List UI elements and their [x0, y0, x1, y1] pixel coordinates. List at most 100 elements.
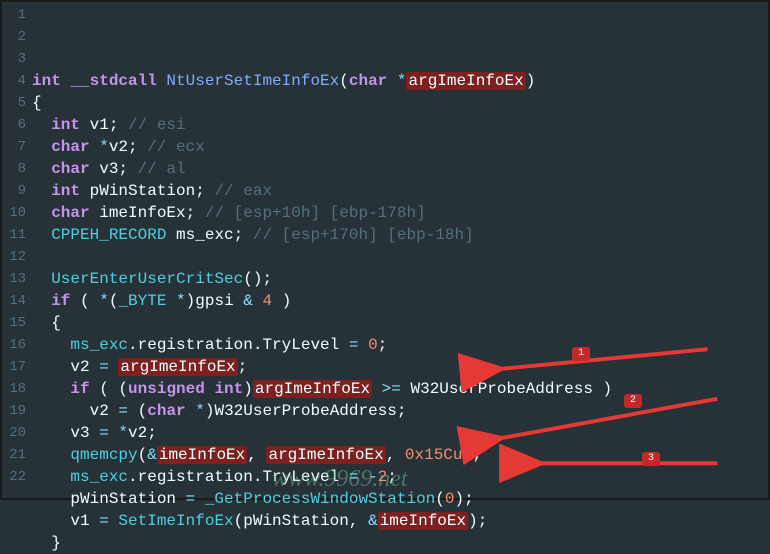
line-number: 3: [4, 48, 26, 70]
code-token: [32, 270, 51, 288]
code-token: v2: [32, 358, 99, 376]
code-token: );: [463, 446, 482, 464]
code-token: SetImeInfoEx: [118, 512, 233, 530]
code-token: [32, 380, 70, 398]
code-token: v3: [32, 424, 99, 442]
code-token: 0: [368, 336, 378, 354]
code-line[interactable]: v3 = *v2;: [32, 422, 768, 444]
code-token: &: [368, 512, 378, 530]
code-token: [32, 204, 51, 222]
code-token: char: [147, 402, 195, 420]
line-number: 19: [4, 400, 26, 422]
code-token: char: [349, 72, 397, 90]
code-line[interactable]: if ( *(_BYTE *)gpsi & 4 ): [32, 290, 768, 312]
code-line[interactable]: pWinStation = _GetProcessWindowStation(0…: [32, 488, 768, 510]
code-line[interactable]: ms_exc.registration.TryLevel = 0;: [32, 334, 768, 356]
code-token: (: [435, 490, 445, 508]
code-line[interactable]: int v1; // esi: [32, 114, 768, 136]
code-line[interactable]: char *v2; // ecx: [32, 136, 768, 158]
line-number-gutter: 12345678910111213141516171819202122: [2, 2, 32, 498]
code-token: imeInfoEx: [99, 204, 185, 222]
code-line[interactable]: [32, 246, 768, 268]
code-line[interactable]: {: [32, 312, 768, 334]
code-token: W32UserProbeAddress: [214, 402, 396, 420]
code-token: *: [195, 402, 205, 420]
code-token: // ecx: [147, 138, 205, 156]
line-number: 18: [4, 378, 26, 400]
code-line[interactable]: CPPEH_RECORD ms_exc; // [esp+170h] [ebp-…: [32, 224, 768, 246]
annotation-badge: 1: [572, 347, 590, 361]
code-token: v2: [109, 138, 128, 156]
code-token: // [esp+10h] [ebp-178h]: [205, 204, 426, 222]
code-line[interactable]: {: [32, 92, 768, 114]
code-token: char: [51, 138, 99, 156]
code-token: CPPEH_RECORD: [51, 226, 176, 244]
code-token: ms_exc: [70, 336, 128, 354]
code-line[interactable]: v1 = SetImeInfoEx(pWinStation, &imeInfoE…: [32, 510, 768, 532]
code-line[interactable]: }: [32, 532, 768, 554]
code-line[interactable]: int __stdcall NtUserSetImeInfoEx(char *a…: [32, 70, 768, 92]
code-token: NtUserSetImeInfoEx: [166, 72, 339, 90]
code-line[interactable]: v2 = argImeInfoEx;: [32, 356, 768, 378]
code-token: 2: [378, 468, 388, 486]
code-token: (: [339, 72, 349, 90]
line-number: 17: [4, 356, 26, 378]
code-token: int: [51, 116, 89, 134]
code-token: if: [51, 292, 80, 310]
code-line[interactable]: v2 = (char *)W32UserProbeAddress;: [32, 400, 768, 422]
code-line[interactable]: int pWinStation; // eax: [32, 180, 768, 202]
code-token: [32, 468, 70, 486]
code-token: int: [32, 72, 70, 90]
code-editor[interactable]: 12345678910111213141516171819202122 www.…: [2, 2, 768, 498]
code-token: v2: [128, 424, 147, 442]
code-token: imeInfoEx: [378, 512, 468, 530]
code-token: );: [468, 512, 487, 530]
code-token: =: [99, 424, 118, 442]
code-token: ,: [349, 512, 368, 530]
code-token: argImeInfoEx: [253, 380, 372, 398]
code-token: ;: [128, 138, 147, 156]
code-token: _GetProcessWindowStation: [205, 490, 435, 508]
code-token: ;: [195, 182, 214, 200]
code-token: char: [51, 160, 99, 178]
line-number: 14: [4, 290, 26, 312]
code-token: ): [526, 72, 536, 90]
code-token: unsigned int: [128, 380, 243, 398]
code-token: (: [138, 446, 148, 464]
code-line[interactable]: if ( (unsigned int)argImeInfoEx >= W32Us…: [32, 378, 768, 400]
code-token: =: [118, 402, 137, 420]
code-token: W32UserProbeAddress: [410, 380, 602, 398]
code-token: [32, 446, 70, 464]
code-token: &: [243, 292, 262, 310]
code-line[interactable]: UserEnterUserCritSec();: [32, 268, 768, 290]
code-token: ;: [118, 160, 137, 178]
code-token: pWinStation: [243, 512, 349, 530]
code-token: ,: [386, 446, 405, 464]
code-token: 0x15Cu: [405, 446, 463, 464]
code-line[interactable]: char imeInfoEx; // [esp+10h] [ebp-178h]: [32, 202, 768, 224]
code-token: >=: [372, 380, 410, 398]
code-token: // eax: [214, 182, 272, 200]
line-number: 21: [4, 444, 26, 466]
code-token: // [esp+170h] [ebp-18h]: [253, 226, 474, 244]
code-token: gpsi: [195, 292, 243, 310]
code-line[interactable]: char v3; // al: [32, 158, 768, 180]
code-token: ;: [387, 468, 397, 486]
code-token: v1: [32, 512, 99, 530]
code-token: char: [51, 204, 99, 222]
code-token: v2: [32, 402, 118, 420]
code-line[interactable]: ms_exc.registration.TryLevel = -2;: [32, 466, 768, 488]
code-token: ;: [378, 336, 388, 354]
code-token: ;: [234, 226, 253, 244]
code-token: =: [99, 512, 118, 530]
annotation-badge: 3: [642, 452, 660, 466]
code-token: =: [186, 490, 205, 508]
code-token: if: [70, 380, 99, 398]
code-token: );: [454, 490, 473, 508]
line-number: 16: [4, 334, 26, 356]
code-token: ): [282, 292, 292, 310]
code-area[interactable]: www.9969.net int __stdcall NtUserSetImeI…: [32, 2, 768, 498]
code-token: argImeInfoEx: [118, 358, 237, 376]
line-number: 2: [4, 26, 26, 48]
code-token: __stdcall: [70, 72, 166, 90]
